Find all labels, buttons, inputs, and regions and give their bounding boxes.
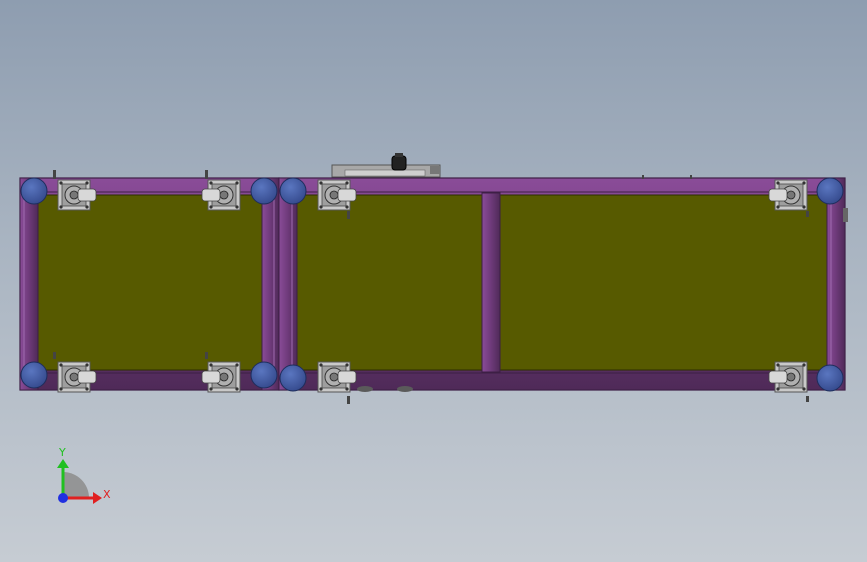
z-axis-dot: [58, 493, 68, 503]
caster-wheel-icon: [768, 361, 808, 393]
center-crossbar: [481, 192, 501, 373]
caster-wheel-icon: [57, 179, 97, 211]
graphics-viewport[interactable]: Y X: [0, 0, 867, 562]
drive-motor-icon[interactable]: [331, 153, 441, 178]
caster-wheel-icon: [317, 179, 357, 211]
right-frame[interactable]: [278, 177, 848, 391]
reference-triad: Y X: [57, 446, 111, 504]
caster-wheel-icon: [317, 361, 357, 393]
left-panel: [37, 194, 263, 371]
x-axis-label: X: [103, 488, 111, 501]
caster-wheel-icon: [201, 179, 241, 211]
right-panel-a: [296, 194, 483, 371]
caster-wheel-icon: [768, 179, 808, 211]
caster-wheel-icon: [57, 361, 97, 393]
right-panel-b: [499, 194, 828, 371]
y-axis-label: Y: [58, 446, 66, 459]
caster-wheel-icon: [201, 361, 241, 393]
conveyor-model[interactable]: Y X: [0, 0, 867, 562]
